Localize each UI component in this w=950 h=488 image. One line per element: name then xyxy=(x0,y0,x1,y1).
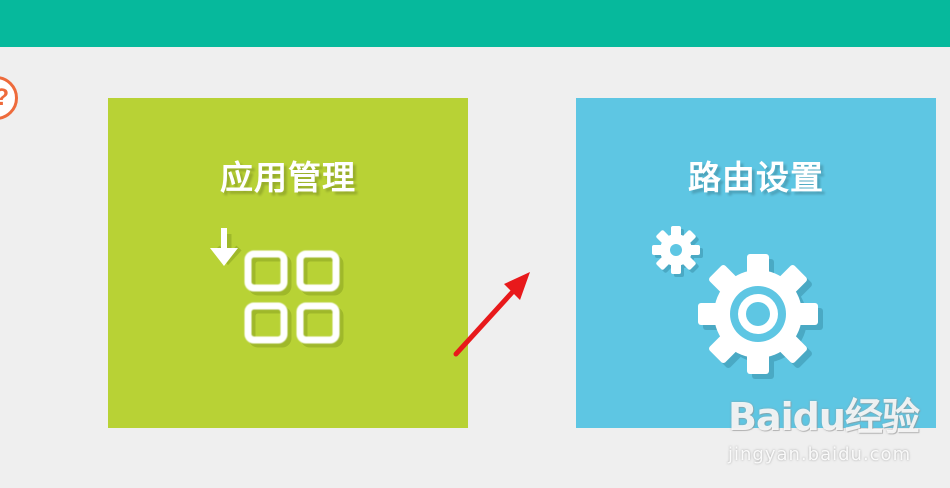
router-settings-tile[interactable]: 路由设置 xyxy=(576,98,936,428)
app-management-tile[interactable]: 应用管理 xyxy=(108,98,468,428)
router-settings-label: 路由设置 xyxy=(688,158,824,197)
question-icon: ? xyxy=(0,86,9,110)
gear-settings-icon xyxy=(652,226,823,379)
router-admin-page: ? 应用管理 xyxy=(0,0,950,488)
top-bar xyxy=(0,0,950,47)
watermark-logo: Baidu经验 xyxy=(728,395,920,439)
app-grid-download-icon xyxy=(210,228,344,348)
help-button[interactable]: ? xyxy=(0,76,18,120)
baidu-watermark: Baidu经验 jingyan.baidu.com xyxy=(728,386,938,476)
watermark-url: jingyan.baidu.com xyxy=(728,444,912,465)
annotation-arrow-icon xyxy=(453,272,530,357)
app-management-label: 应用管理 xyxy=(220,158,356,197)
